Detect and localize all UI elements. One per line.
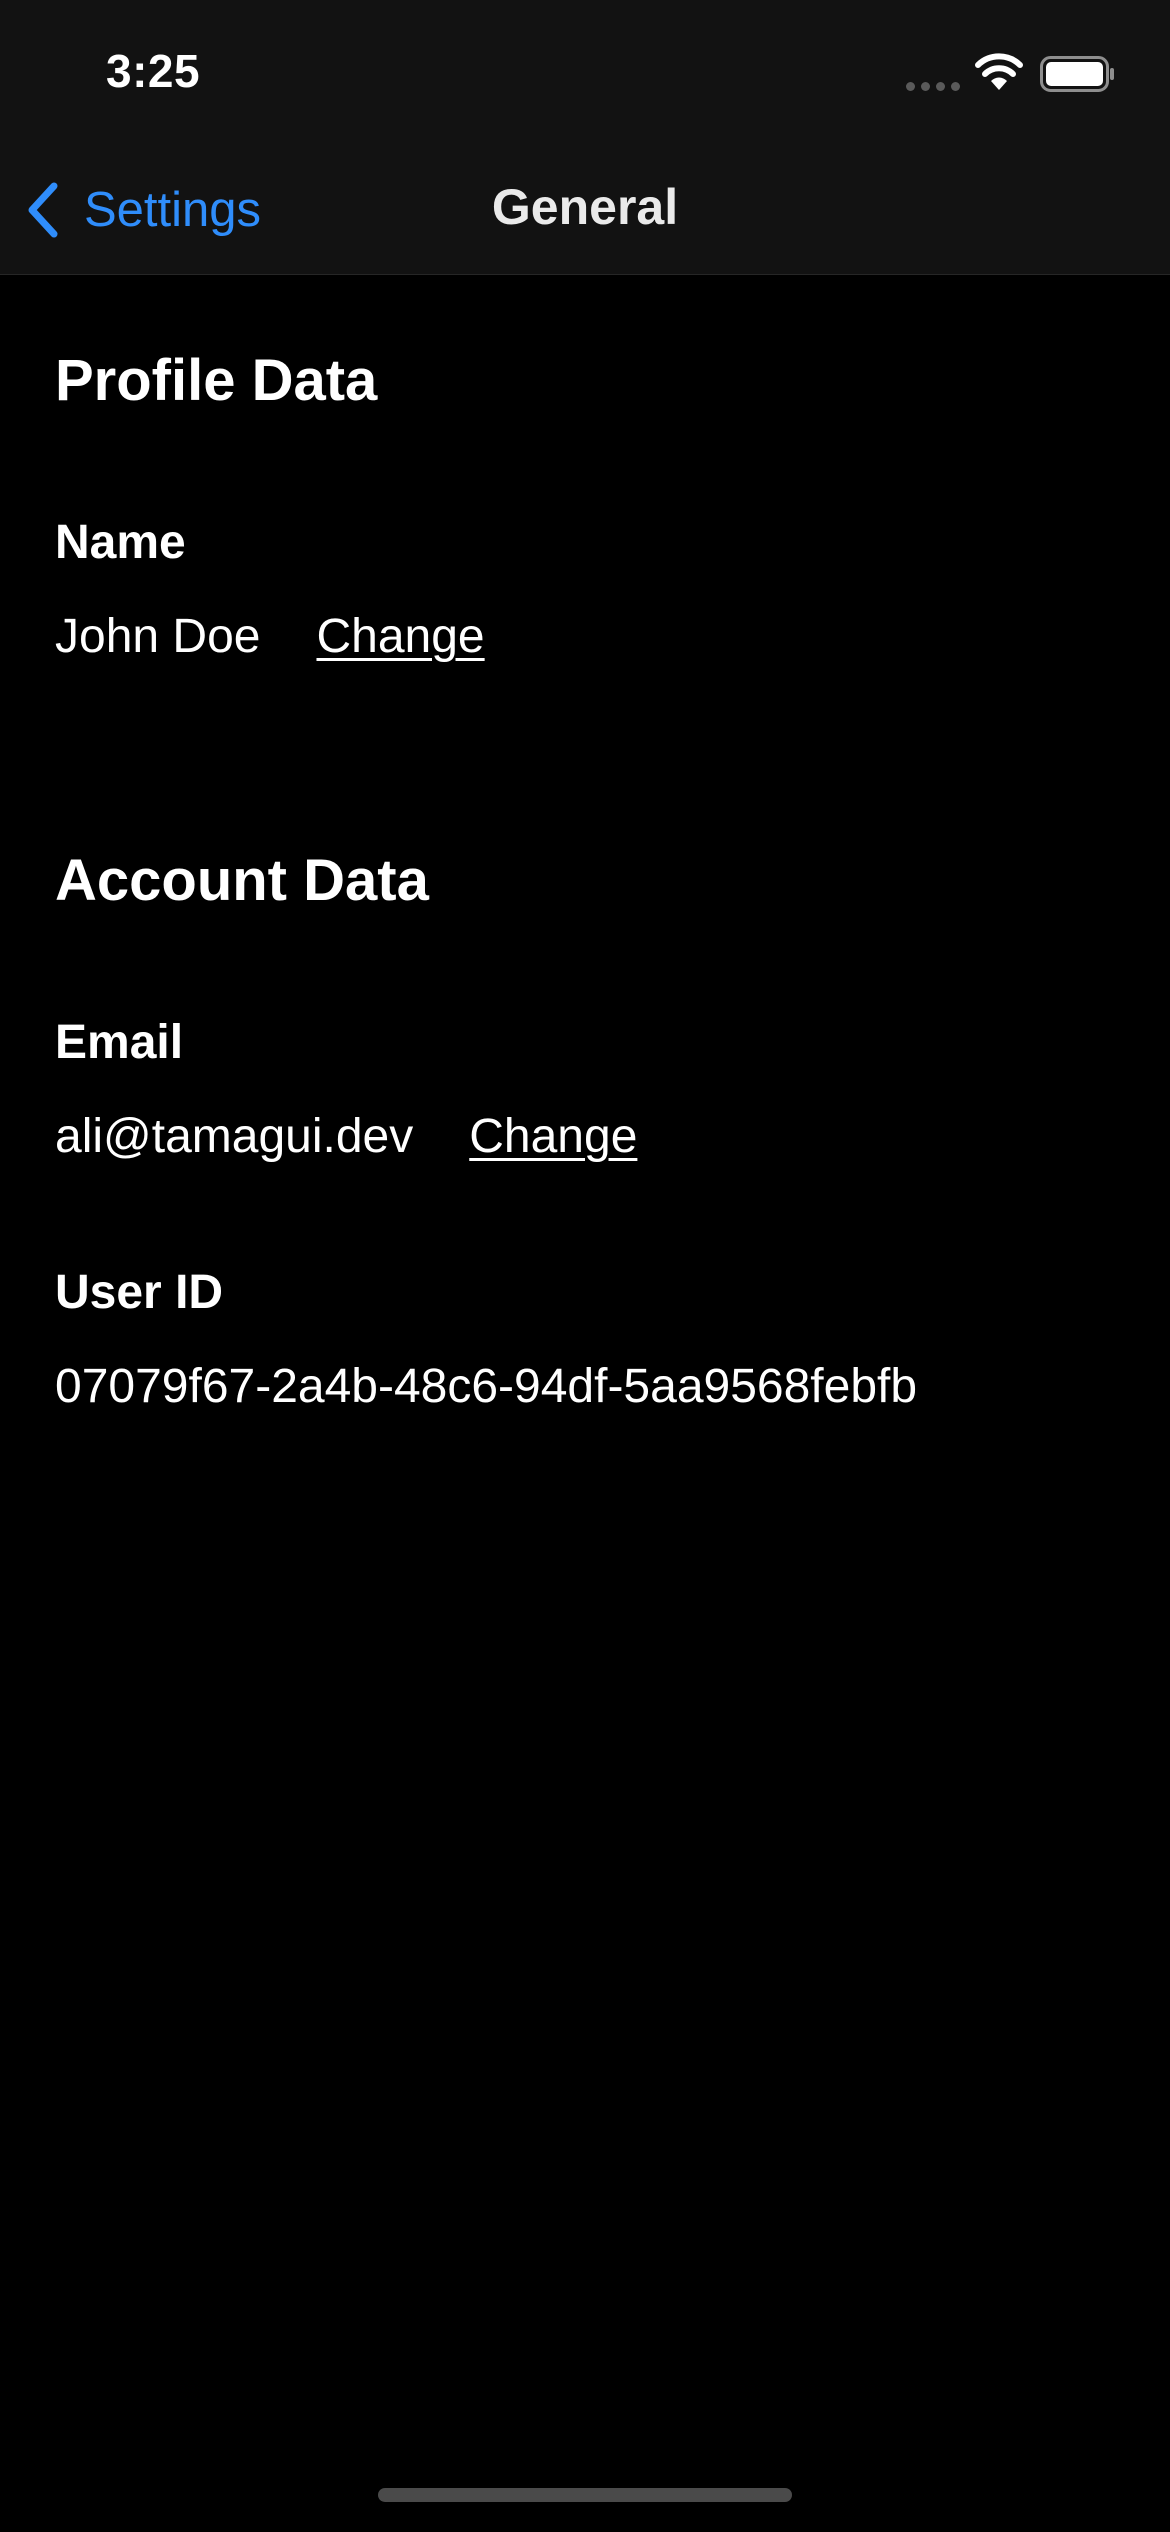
name-label: Name	[55, 516, 186, 569]
status-bar: 3:25	[0, 0, 1170, 150]
home-indicator[interactable]	[378, 2488, 792, 2502]
user-id-label: User ID	[55, 1266, 224, 1319]
chevron-left-icon	[28, 182, 58, 238]
account-section-title: Account Data	[55, 848, 429, 913]
navigation-bar: Settings General	[0, 150, 1170, 275]
user-id-value: 07079f67-2a4b-48c6-94df-5aa9568febfb	[55, 1360, 918, 1413]
wifi-icon	[975, 53, 1023, 90]
cellular-signal-icon	[906, 82, 962, 92]
profile-section-title: Profile Data	[55, 348, 378, 413]
email-row: ali@tamagui.dev Change	[55, 1109, 637, 1164]
back-button-label: Settings	[84, 183, 262, 237]
status-time: 3:25	[106, 45, 201, 97]
name-row: John Doe Change	[55, 609, 485, 664]
email-label: Email	[55, 1016, 184, 1069]
user-id-row: 07079f67-2a4b-48c6-94df-5aa9568febfb	[55, 1359, 917, 1414]
change-email-link[interactable]: Change	[469, 1109, 637, 1164]
email-value: ali@tamagui.dev	[55, 1110, 414, 1163]
battery-icon	[1040, 56, 1114, 92]
name-value: John Doe	[55, 610, 261, 663]
back-button[interactable]: Settings	[24, 170, 261, 250]
change-name-link[interactable]: Change	[316, 609, 484, 664]
